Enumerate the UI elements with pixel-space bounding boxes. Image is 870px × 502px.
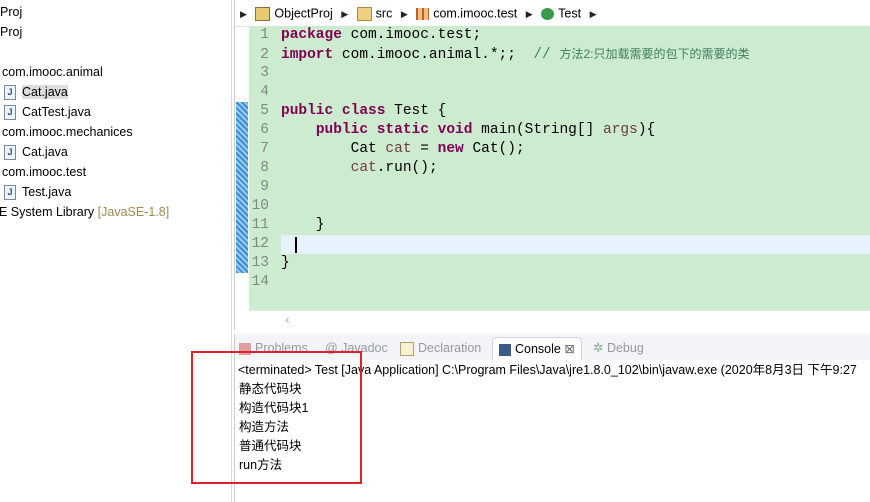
code-line[interactable]: 2 import com.imooc.animal.*;; // 方法2:只加载需… <box>249 45 870 64</box>
code-token: com.imooc.animal.*;; <box>333 47 534 63</box>
breadcrumb-item[interactable]: ObjectProj <box>274 7 332 21</box>
code-editor: ▶ ObjectProj ▶ src ▶ com.imooc.test ▶ Te… <box>234 0 870 330</box>
code-token: Cat <box>281 141 386 157</box>
highlight-annotation-box <box>191 351 362 484</box>
line-number: 7 <box>260 141 269 157</box>
line-number: 9 <box>260 179 269 195</box>
chevron-right-icon: ▶ <box>400 8 408 19</box>
code-token: = <box>411 141 438 157</box>
comment-token: // <box>533 47 560 63</box>
java-file-icon: J <box>4 185 16 201</box>
chevron-right-icon: ▶ <box>589 8 597 19</box>
keyword-token: void <box>437 122 473 138</box>
keyword-token: public <box>315 122 369 138</box>
code-line[interactable]: 13} <box>249 254 870 273</box>
line-number: 8 <box>260 160 269 176</box>
code-token: args <box>603 122 638 138</box>
code-token: cat <box>350 160 377 176</box>
line-number: 10 <box>251 198 269 214</box>
line-number: 4 <box>260 84 269 100</box>
line-number: 11 <box>251 217 269 233</box>
line-number: 5 <box>260 103 269 119</box>
code-line[interactable]: 8 cat.run(); <box>249 159 870 178</box>
code-line[interactable]: 3 <box>249 64 870 83</box>
scroll-left-icon[interactable]: ‹ <box>285 311 290 327</box>
project-folder-icon <box>255 6 271 21</box>
tree-package[interactable]: com.imooc.animal <box>2 62 103 82</box>
tree-project[interactable]: Proj <box>0 2 22 22</box>
tree-project[interactable]: Proj <box>0 22 22 42</box>
change-ruler <box>236 102 248 273</box>
line-number: 13 <box>251 255 269 271</box>
code-line[interactable]: 11 } <box>249 216 870 235</box>
class-icon <box>541 7 555 20</box>
code-area[interactable]: 1 package com.imooc.test; 2 import com.imoo… <box>249 26 870 310</box>
source-folder-icon <box>356 6 372 21</box>
code-line[interactable]: 10 <box>249 197 870 216</box>
code-line[interactable]: 5 public class Test { <box>249 102 870 121</box>
chevron-right-icon: ▶ <box>240 8 247 19</box>
code-token: ){ <box>637 122 656 138</box>
code-token: Test { <box>385 103 447 119</box>
code-token: } <box>281 217 325 233</box>
breadcrumb: ▶ ObjectProj ▶ src ▶ com.imooc.test ▶ Te… <box>235 0 870 27</box>
tab-declaration[interactable]: Declaration <box>400 337 481 359</box>
keyword-token: package <box>281 27 342 43</box>
code-token: .run(); <box>376 160 438 176</box>
code-line[interactable]: 6 public static void main(String[] args)… <box>249 121 870 140</box>
keyword-token: new <box>437 141 464 157</box>
java-file-icon: J <box>4 85 16 101</box>
bug-icon: ✲ <box>593 341 607 355</box>
breadcrumb-item[interactable]: Test <box>558 7 581 21</box>
package-icon <box>416 7 430 20</box>
code-token: } <box>281 255 290 271</box>
tree-file[interactable]: J Cat.java <box>4 142 68 162</box>
code-token: main(String[] <box>472 122 603 138</box>
line-number: 12 <box>251 236 269 252</box>
chevron-right-icon: ▶ <box>341 8 349 19</box>
line-number: 6 <box>260 122 269 138</box>
tab-console[interactable]: Console ⊠ <box>492 337 582 360</box>
code-line[interactable]: 7 Cat cat = new Cat(); <box>249 140 870 159</box>
horizontal-scrollbar[interactable]: ‹ <box>249 310 870 329</box>
tree-file[interactable]: J CatTest.java <box>4 102 91 122</box>
keyword-token: static <box>376 122 429 138</box>
keyword-token: class <box>341 103 386 119</box>
tree-library[interactable]: E System Library [JavaSE-1.8] <box>0 202 169 222</box>
code-token: cat <box>385 141 412 157</box>
java-file-icon: J <box>4 105 16 121</box>
code-line[interactable]: 1 package com.imooc.test; <box>249 26 870 45</box>
tree-file[interactable]: J Test.java <box>4 182 71 202</box>
line-number: 1 <box>260 27 269 43</box>
breadcrumb-item[interactable]: com.imooc.test <box>433 7 517 21</box>
line-number: 3 <box>260 65 269 81</box>
java-file-icon: J <box>4 145 16 161</box>
keyword-token: public <box>281 103 334 119</box>
line-number: 14 <box>251 274 269 290</box>
tree-package[interactable]: com.imooc.test <box>2 162 86 182</box>
code-token: com.imooc.test; <box>341 27 482 43</box>
chevron-right-icon: ▶ <box>525 8 533 19</box>
declaration-icon <box>400 341 414 356</box>
code-line[interactable]: 14 <box>249 273 870 292</box>
tree-package[interactable]: com.imooc.mechanices <box>2 122 133 142</box>
keyword-token: import <box>281 47 334 63</box>
code-line[interactable]: 9 <box>249 178 870 197</box>
code-line[interactable]: 12 <box>249 235 870 254</box>
tree-file[interactable]: J Cat.java <box>4 82 68 102</box>
line-number: 2 <box>260 47 269 63</box>
tab-debug[interactable]: ✲ Debug <box>593 337 644 359</box>
close-icon[interactable]: ⊠ <box>564 342 574 356</box>
console-icon <box>499 343 511 356</box>
breadcrumb-item[interactable]: src <box>376 7 393 21</box>
code-token: Cat(); <box>463 141 525 157</box>
code-line[interactable]: 4 <box>249 83 870 102</box>
comment-token: 方法2:只加载需要的包下的需要的类 <box>559 47 750 61</box>
